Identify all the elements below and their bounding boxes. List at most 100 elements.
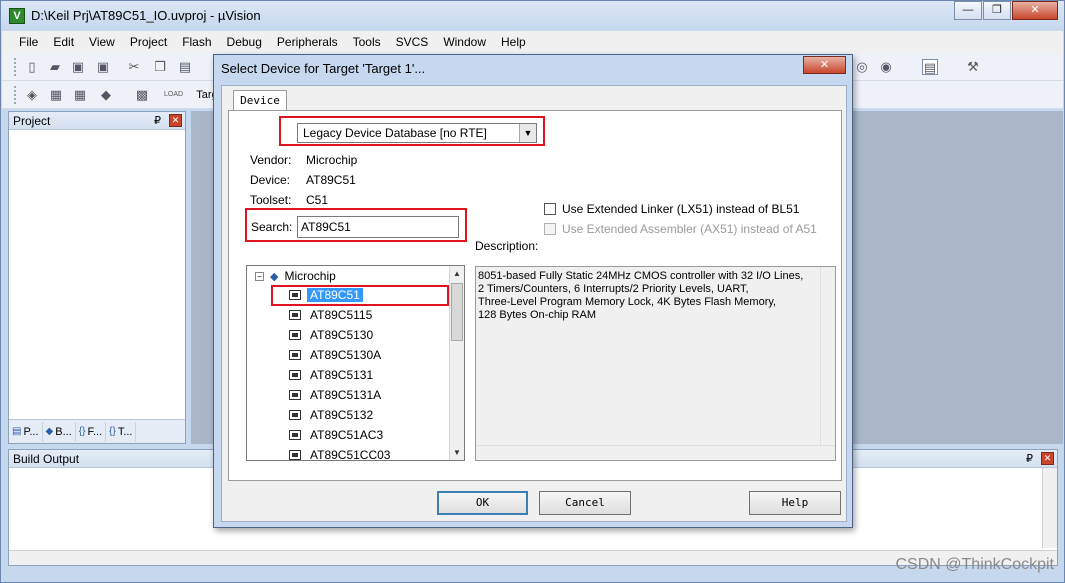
save-icon[interactable]: ▣ xyxy=(70,59,86,75)
tab-functions[interactable]: {} F... xyxy=(76,421,107,442)
menu-view[interactable]: View xyxy=(82,31,123,53)
tree-device-label: AT89C51AC3 xyxy=(310,428,384,442)
use-lx51-checkbox[interactable] xyxy=(544,203,556,215)
toolset-value: C51 xyxy=(306,193,329,207)
menu-file[interactable]: File xyxy=(12,31,46,53)
project-panel-tabs: ▤ P... ◆ B... {} F... {} T... xyxy=(9,419,185,443)
debug-icon[interactable]: ◎ xyxy=(854,59,870,75)
cancel-button[interactable]: Cancel xyxy=(539,491,631,515)
wrench-icon[interactable]: ⚒ xyxy=(965,59,981,75)
tab-device[interactable]: Device xyxy=(233,90,287,111)
chip-icon xyxy=(289,370,301,380)
tree-device-item[interactable]: AT89C51CC03 xyxy=(289,446,393,460)
device-value: AT89C51 xyxy=(306,173,356,187)
toolbar-grip[interactable] xyxy=(14,58,17,76)
dialog-body: Device Legacy Device Database [no RTE] ▼… xyxy=(221,85,847,522)
books-icon: ◆ xyxy=(45,425,54,437)
menu-svcs[interactable]: SVCS xyxy=(389,31,437,53)
tree-vendor-node[interactable]: − ◆ Microchip xyxy=(255,269,336,283)
open-folder-icon[interactable]: ▰ xyxy=(47,59,63,75)
tree-device-item[interactable]: AT89C5131 xyxy=(289,366,376,384)
stop-build-icon[interactable]: ▩ xyxy=(134,87,150,103)
tree-device-item[interactable]: AT89C5130A xyxy=(289,346,384,364)
window-layout-icon[interactable]: ▤ xyxy=(922,59,938,75)
menu-help[interactable]: Help xyxy=(494,31,534,53)
project-panel-title: Project xyxy=(13,114,51,128)
menu-peripherals[interactable]: Peripherals xyxy=(270,31,346,53)
load-icon[interactable]: LOAD xyxy=(164,87,183,103)
help-button[interactable]: Help xyxy=(749,491,841,515)
description-box[interactable]: 8051-based Fully Static 24MHz CMOS contr… xyxy=(475,266,836,461)
build-output-vscroll[interactable] xyxy=(1042,468,1057,548)
highlight-search-box xyxy=(245,208,467,242)
settings-icon[interactable]: ◉ xyxy=(878,59,894,75)
menu-flash[interactable]: Flash xyxy=(175,31,219,53)
description-vscroll[interactable] xyxy=(820,267,835,445)
menu-window[interactable]: Window xyxy=(436,31,494,53)
chip-icon xyxy=(289,410,301,420)
tree-device-label: AT89C5132 xyxy=(310,408,374,422)
tree-scrollbar[interactable]: ▲ ▼ xyxy=(449,266,464,460)
use-lx51-option[interactable]: Use Extended Linker (LX51) instead of BL… xyxy=(544,202,799,216)
tab-label: P... xyxy=(23,425,39,438)
scrollbar-thumb[interactable] xyxy=(451,283,463,341)
collapse-icon[interactable]: − xyxy=(255,271,264,281)
main-title-bar[interactable]: V D:\Keil Prj\AT89C51_IO.uvproj - µVisio… xyxy=(1,1,1064,31)
dialog-close-button[interactable]: ✕ xyxy=(803,56,846,74)
new-file-icon[interactable]: ▯ xyxy=(24,59,40,75)
functions-icon: {} xyxy=(78,425,86,437)
chip-icon xyxy=(289,330,301,340)
watermark: CSDN @ThinkCockpit xyxy=(895,556,1055,573)
menu-tools[interactable]: Tools xyxy=(346,31,389,53)
dialog-title: Select Device for Target 'Target 1'... xyxy=(221,61,426,76)
pin-icon[interactable]: ₽ xyxy=(154,114,161,127)
pin-icon[interactable]: ₽ xyxy=(1026,452,1033,465)
minimize-button[interactable]: — xyxy=(954,1,982,20)
menu-edit[interactable]: Edit xyxy=(46,31,82,53)
tree-device-item[interactable]: AT89C51AC3 xyxy=(289,426,386,444)
paste-icon[interactable]: ▤ xyxy=(177,59,193,75)
tab-label: B... xyxy=(55,425,72,438)
use-ax51-checkbox xyxy=(544,223,556,235)
batch-build-icon[interactable]: ◆ xyxy=(98,87,114,103)
tree-device-item[interactable]: AT89C5132 xyxy=(289,406,376,424)
menu-project[interactable]: Project xyxy=(123,31,175,53)
vendor-icon: ◆ xyxy=(270,270,279,283)
use-ax51-label: Use Extended Assembler (AX51) instead of… xyxy=(562,222,817,236)
tree-device-item[interactable]: AT89C5130 xyxy=(289,326,376,344)
close-icon[interactable]: ✕ xyxy=(1041,452,1054,465)
tree-device-label: AT89C5130A xyxy=(310,348,382,362)
save-all-icon[interactable]: ▣ xyxy=(95,59,111,75)
chip-icon xyxy=(289,390,301,400)
scroll-up-icon[interactable]: ▲ xyxy=(450,266,464,281)
device-tab-page: Legacy Device Database [no RTE] ▼ Vendor… xyxy=(228,110,842,481)
toolbar-grip[interactable] xyxy=(14,86,17,104)
tree-device-item[interactable]: AT89C5131A xyxy=(289,386,384,404)
ok-button[interactable]: OK xyxy=(437,491,528,515)
chip-icon xyxy=(289,310,301,320)
use-ax51-option: Use Extended Assembler (AX51) instead of… xyxy=(544,222,817,236)
rebuild-icon[interactable]: ▦ xyxy=(72,87,88,103)
close-window-button[interactable]: ✕ xyxy=(1012,1,1058,20)
menu-debug[interactable]: Debug xyxy=(220,31,270,53)
close-icon[interactable]: ✕ xyxy=(169,114,182,127)
tab-label: F... xyxy=(87,425,103,438)
project-panel-header[interactable]: Project ₽ ✕ xyxy=(9,112,185,130)
restore-button[interactable]: ❐ xyxy=(983,1,1011,20)
templates-icon: {} xyxy=(109,425,116,437)
cut-icon[interactable]: ✂ xyxy=(126,59,142,75)
build-icon[interactable]: ▦ xyxy=(48,87,64,103)
tab-templates[interactable]: {} T... xyxy=(106,421,137,442)
tree-device-item[interactable]: AT89C5115 xyxy=(289,306,375,324)
device-label: Device: xyxy=(250,173,291,187)
tab-project[interactable]: ▤ P... xyxy=(9,421,43,442)
highlight-selected-device xyxy=(271,285,449,306)
translate-icon[interactable]: ◈ xyxy=(24,87,40,103)
copy-icon[interactable]: ❐ xyxy=(152,59,168,75)
description-hscroll[interactable] xyxy=(476,445,835,460)
highlight-database-box xyxy=(279,116,545,146)
scroll-down-icon[interactable]: ▼ xyxy=(450,445,464,460)
select-device-dialog: Select Device for Target 'Target 1'... ✕… xyxy=(213,54,853,528)
tab-books[interactable]: ◆ B... xyxy=(43,421,76,442)
chip-icon xyxy=(289,450,301,460)
